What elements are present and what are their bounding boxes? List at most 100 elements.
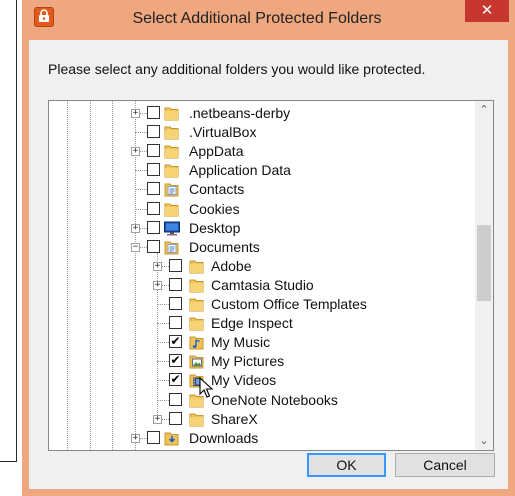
vertical-scrollbar[interactable]: ⌃ ⌄: [475, 101, 493, 450]
folder-checkbox[interactable]: [147, 144, 160, 158]
tree-item[interactable]: + .netbeans-derby: [49, 104, 475, 123]
desktop-icon: [164, 221, 180, 236]
contacts-icon: [164, 182, 180, 197]
expand-icon[interactable]: +: [131, 147, 140, 157]
pictures-icon: [189, 354, 205, 369]
checkmark-icon: ✔: [170, 372, 181, 387]
mouse-cursor-icon: [199, 377, 213, 398]
tree-connector: [157, 380, 169, 382]
instruction-text: Please select any additional folders you…: [48, 61, 426, 77]
background-window-border: [0, 461, 17, 462]
folder-icon: [189, 278, 205, 293]
tree-item[interactable]: + Downloads: [49, 429, 475, 448]
folder-checkbox[interactable]: [169, 316, 182, 330]
close-button[interactable]: ✕: [465, 0, 509, 22]
folder-icon: [164, 144, 180, 159]
tree-item[interactable]: Contacts: [49, 180, 475, 199]
tree-item[interactable]: .VirtualBox: [49, 123, 475, 142]
folder-checkbox[interactable]: ✔: [169, 372, 182, 387]
tree-item-label: Downloads: [189, 429, 259, 446]
tree-item-label: Desktop: [189, 219, 241, 236]
tree-item-label: Edge Inspect: [211, 315, 293, 332]
expand-icon[interactable]: +: [131, 223, 140, 233]
tree-item[interactable]: Cookies: [49, 200, 475, 219]
tree-connector: [135, 208, 147, 210]
tree-item-label: Custom Office Templates: [211, 296, 367, 312]
tree-item[interactable]: + Adobe: [49, 257, 475, 276]
folder-checkbox[interactable]: [147, 182, 160, 196]
title-bar[interactable]: Select Additional Protected Folders ✕: [22, 0, 515, 40]
scroll-down-button[interactable]: ⌄: [475, 432, 493, 450]
downloads-icon: [164, 431, 180, 446]
folder-icon: [164, 163, 180, 178]
folder-checkbox[interactable]: [169, 277, 182, 291]
cancel-button[interactable]: Cancel: [395, 453, 495, 477]
dialog-body: Please select any additional folders you…: [29, 40, 508, 489]
tree-connector: [135, 132, 147, 134]
tree-item[interactable]: ✔ My Pictures: [49, 352, 475, 371]
folder-checkbox[interactable]: [147, 201, 160, 215]
folder-checkbox[interactable]: ✔: [169, 353, 182, 368]
tree-item-label: AppData: [189, 143, 244, 160]
close-icon: ✕: [480, 2, 494, 19]
folder-tree-content: + .netbeans-derby .VirtualBox + AppData Appli…: [49, 101, 475, 450]
tree-connector: [157, 323, 169, 325]
tree-item[interactable]: OneNote Notebooks: [49, 391, 475, 410]
tree-item[interactable]: + ShareX: [49, 410, 475, 429]
expand-icon[interactable]: +: [131, 109, 140, 118]
tree-item-label: My Videos: [211, 372, 277, 389]
chevron-down-icon: ⌄: [479, 435, 489, 447]
tree-item-label: Application Data: [189, 162, 291, 179]
scrollbar-thumb[interactable]: [477, 225, 491, 301]
tree-item[interactable]: Custom Office Templates: [49, 295, 475, 314]
tree-item[interactable]: ✔ My Music: [49, 333, 475, 352]
folder-checkbox[interactable]: [147, 430, 160, 444]
tree-item[interactable]: + AppData: [49, 142, 475, 161]
chevron-up-icon: ⌃: [479, 104, 489, 116]
expand-icon[interactable]: +: [153, 414, 162, 424]
expand-icon[interactable]: +: [153, 261, 162, 271]
tree-connector: [157, 361, 169, 363]
tree-item[interactable]: Edge Inspect: [49, 314, 475, 333]
folder-icon: [189, 259, 205, 274]
collapse-icon[interactable]: −: [131, 242, 140, 252]
music-icon: [189, 335, 205, 350]
expand-icon[interactable]: +: [153, 280, 162, 290]
ok-button[interactable]: OK: [307, 453, 386, 477]
folder-checkbox[interactable]: ✔: [169, 334, 182, 349]
tree-connector: [157, 399, 169, 401]
documents-icon: [164, 240, 180, 255]
tree-item-label: My Pictures: [211, 353, 285, 370]
tree-item[interactable]: + Desktop: [49, 219, 475, 238]
tree-item[interactable]: ✔ My Videos: [49, 371, 475, 390]
folder-checkbox[interactable]: [169, 258, 182, 272]
folder-tree[interactable]: + .netbeans-derby .VirtualBox + AppData Appli…: [48, 100, 494, 451]
tree-item[interactable]: + Camtasia Studio: [49, 276, 475, 295]
select-folders-dialog: Select Additional Protected Folders ✕ Pl…: [22, 0, 515, 496]
tree-item-label: Contacts: [189, 181, 245, 198]
folder-checkbox[interactable]: [147, 220, 160, 234]
tree-item[interactable]: − Documents: [49, 238, 475, 257]
folder-checkbox[interactable]: [147, 106, 160, 119]
tree-item-label: ShareX: [211, 410, 258, 427]
folder-checkbox[interactable]: [147, 125, 160, 139]
checkmark-icon: ✔: [170, 334, 181, 349]
tree-item-label: Documents: [189, 238, 260, 255]
folder-checkbox[interactable]: [169, 297, 182, 310]
tree-item-label: Cookies: [189, 200, 240, 217]
folder-checkbox[interactable]: [169, 411, 182, 425]
tree-item[interactable]: Application Data: [49, 161, 475, 180]
tree-item-label: My Music: [211, 334, 271, 351]
folder-checkbox[interactable]: [147, 239, 160, 253]
folder-icon: [189, 316, 205, 331]
tree-connector: [157, 304, 169, 305]
folder-checkbox[interactable]: [169, 392, 182, 406]
tree-item-label: .VirtualBox: [189, 124, 257, 141]
background-window-border: [16, 0, 17, 462]
checkmark-icon: ✔: [170, 353, 181, 368]
tree-item-label: .netbeans-derby: [189, 105, 291, 121]
scroll-up-button[interactable]: ⌃: [475, 101, 493, 119]
folder-checkbox[interactable]: [147, 163, 160, 177]
expand-icon[interactable]: +: [131, 433, 140, 443]
tree-connector: [157, 342, 169, 344]
